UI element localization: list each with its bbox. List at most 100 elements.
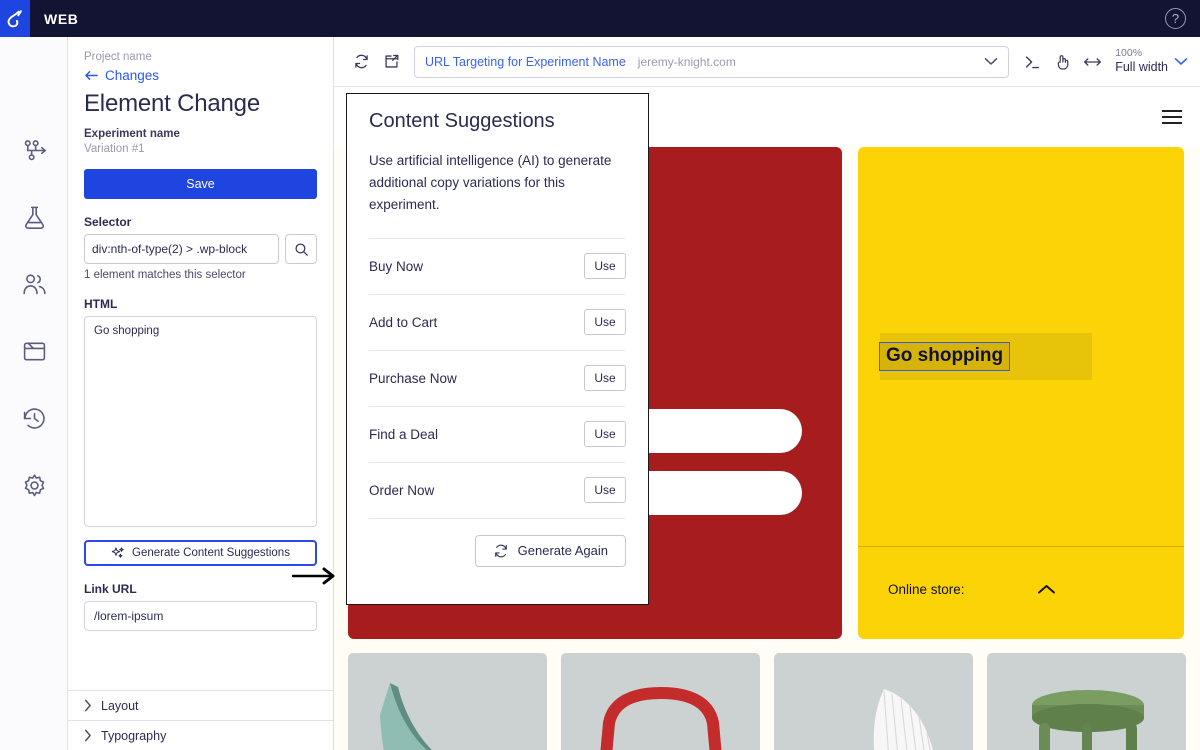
suggestion-row: Find a Deal Use xyxy=(369,405,626,462)
horizontal-resize-icon xyxy=(1083,57,1101,66)
url-target-label: URL Targeting for Experiment Name xyxy=(425,54,626,69)
product-card-teal-lounge-chair[interactable] xyxy=(348,653,547,750)
html-editor[interactable]: Go shopping xyxy=(84,316,317,527)
hamburger-menu-icon[interactable] xyxy=(1162,106,1182,128)
accordion-layout[interactable]: Layout xyxy=(68,690,333,720)
flow-branch-icon xyxy=(24,140,46,161)
use-suggestion-button[interactable]: Use xyxy=(584,253,626,280)
sidebar-item-flows[interactable] xyxy=(0,117,68,184)
use-suggestion-button[interactable]: Use xyxy=(584,365,626,392)
accordion-typography-label: Typography xyxy=(101,728,167,743)
chevron-right-icon xyxy=(84,729,91,742)
suggestion-label: Add to Cart xyxy=(369,314,438,330)
arrow-right-annotation xyxy=(291,567,335,585)
page-title: Element Change xyxy=(84,90,260,117)
history-clock-icon xyxy=(23,408,45,429)
suggestion-label: Purchase Now xyxy=(369,370,457,386)
product-card-green-stool[interactable] xyxy=(987,653,1186,750)
chevron-right-icon xyxy=(84,699,91,712)
people-icon xyxy=(22,274,46,295)
selected-element-highlight: Go shopping xyxy=(878,333,1092,380)
selector-input[interactable] xyxy=(84,234,279,264)
sparkles-icon xyxy=(111,546,124,558)
sidebar-item-pages[interactable] xyxy=(0,318,68,385)
suggestion-row: Buy Now Use xyxy=(369,237,626,294)
generate-again-button[interactable]: Generate Again xyxy=(474,534,626,567)
click-hand-icon xyxy=(1057,54,1069,70)
project-name: Project name xyxy=(84,51,152,63)
experiment-name: Experiment name xyxy=(84,128,180,140)
link-url-input[interactable] xyxy=(84,601,317,631)
window-icon xyxy=(23,342,45,361)
generate-again-footer: Generate Again xyxy=(369,517,626,567)
sidebar-item-settings[interactable] xyxy=(0,452,68,519)
app-name: WEB xyxy=(44,10,79,27)
accordion-typography[interactable]: Typography xyxy=(68,720,333,750)
zoom-percent: 100% xyxy=(1115,47,1143,60)
selector-match-hint: 1 element matches this selector xyxy=(84,269,246,281)
sync-refresh-icon xyxy=(494,544,507,557)
suggestion-label: Order Now xyxy=(369,482,435,498)
click-pointer-button[interactable] xyxy=(1047,47,1077,77)
top-bar: WEB ? xyxy=(0,0,1200,37)
gear-icon xyxy=(24,474,44,497)
sidebar-item-experiments[interactable] xyxy=(0,184,68,251)
sidebar-item-audiences[interactable] xyxy=(0,251,68,318)
chevron-down-icon xyxy=(984,58,998,65)
browser-toolbar: URL Targeting for Experiment Name jeremy… xyxy=(334,37,1200,87)
product-row xyxy=(334,639,1200,750)
product-card-white-pleated-lamp[interactable] xyxy=(774,653,973,750)
back-to-changes-link[interactable]: Changes xyxy=(84,68,317,83)
url-targeting-bar[interactable]: URL Targeting for Experiment Name jeremy… xyxy=(414,45,1010,78)
accordion-list: Layout Typography xyxy=(68,690,333,750)
selector-row xyxy=(84,234,317,264)
suggestion-row: Add to Cart Use xyxy=(369,293,626,350)
generate-button-label: Generate Content Suggestions xyxy=(132,547,290,559)
use-suggestion-button[interactable]: Use xyxy=(584,421,626,448)
suggestion-label: Find a Deal xyxy=(369,426,439,442)
url-value: jeremy-knight.com xyxy=(637,54,736,69)
search-icon xyxy=(294,242,308,256)
sidebar-item-history[interactable] xyxy=(0,385,68,452)
accordion-layout-label: Layout xyxy=(101,698,139,713)
chevron-down-icon xyxy=(1174,58,1188,65)
save-button[interactable]: Save xyxy=(84,169,317,199)
suggestion-label: Buy Now xyxy=(369,258,424,274)
brand-hook-logo-icon xyxy=(7,9,22,27)
selector-search-button[interactable] xyxy=(285,234,317,264)
online-store-accordion[interactable]: Online store: xyxy=(888,582,1056,597)
variation-name: Variation #1 xyxy=(84,143,145,155)
go-shopping-link[interactable]: Go shopping xyxy=(878,342,1011,371)
chevron-up-icon xyxy=(1037,585,1055,594)
yellow-panel-divider xyxy=(858,546,1184,547)
link-url-label: Link URL xyxy=(84,582,137,596)
green-stool-image xyxy=(1032,690,1144,750)
generate-again-label: Generate Again xyxy=(517,543,608,559)
resize-width-button[interactable] xyxy=(1077,47,1107,77)
flask-icon xyxy=(24,206,44,229)
red-frame-chair-image xyxy=(600,687,722,750)
suggestion-row: Purchase Now Use xyxy=(369,349,626,406)
use-suggestion-button[interactable]: Use xyxy=(584,477,626,504)
online-store-label: Online store: xyxy=(888,582,965,597)
use-suggestion-button[interactable]: Use xyxy=(584,309,626,336)
help-circle-icon[interactable]: ? xyxy=(1165,8,1186,29)
sync-refresh-icon xyxy=(354,54,368,69)
generate-content-suggestions-button[interactable]: Generate Content Suggestions xyxy=(84,540,317,566)
icon-rail xyxy=(0,37,68,750)
reload-button[interactable] xyxy=(346,47,376,77)
brand-hook-logo[interactable] xyxy=(0,0,30,37)
html-label: HTML xyxy=(84,297,118,311)
modal-title: Content Suggestions xyxy=(369,110,555,132)
yellow-hero-panel: Go shopping Online store: xyxy=(858,147,1184,639)
zoom-mode: Full width xyxy=(1115,60,1168,75)
product-card-red-frame-chair[interactable] xyxy=(561,653,760,750)
modal-description: Use artificial intelligence (AI) to gene… xyxy=(369,153,612,212)
suggestion-row: Order Now Use xyxy=(369,461,626,518)
content-suggestions-modal: Content Suggestions Use artificial intel… xyxy=(346,93,649,605)
open-external-button[interactable] xyxy=(376,47,406,77)
zoom-mode-selector[interactable]: 100% Full width xyxy=(1115,47,1188,76)
white-pleated-lamp-image xyxy=(873,689,933,750)
teal-lounge-chair-image xyxy=(380,683,432,750)
console-button[interactable] xyxy=(1017,47,1047,77)
